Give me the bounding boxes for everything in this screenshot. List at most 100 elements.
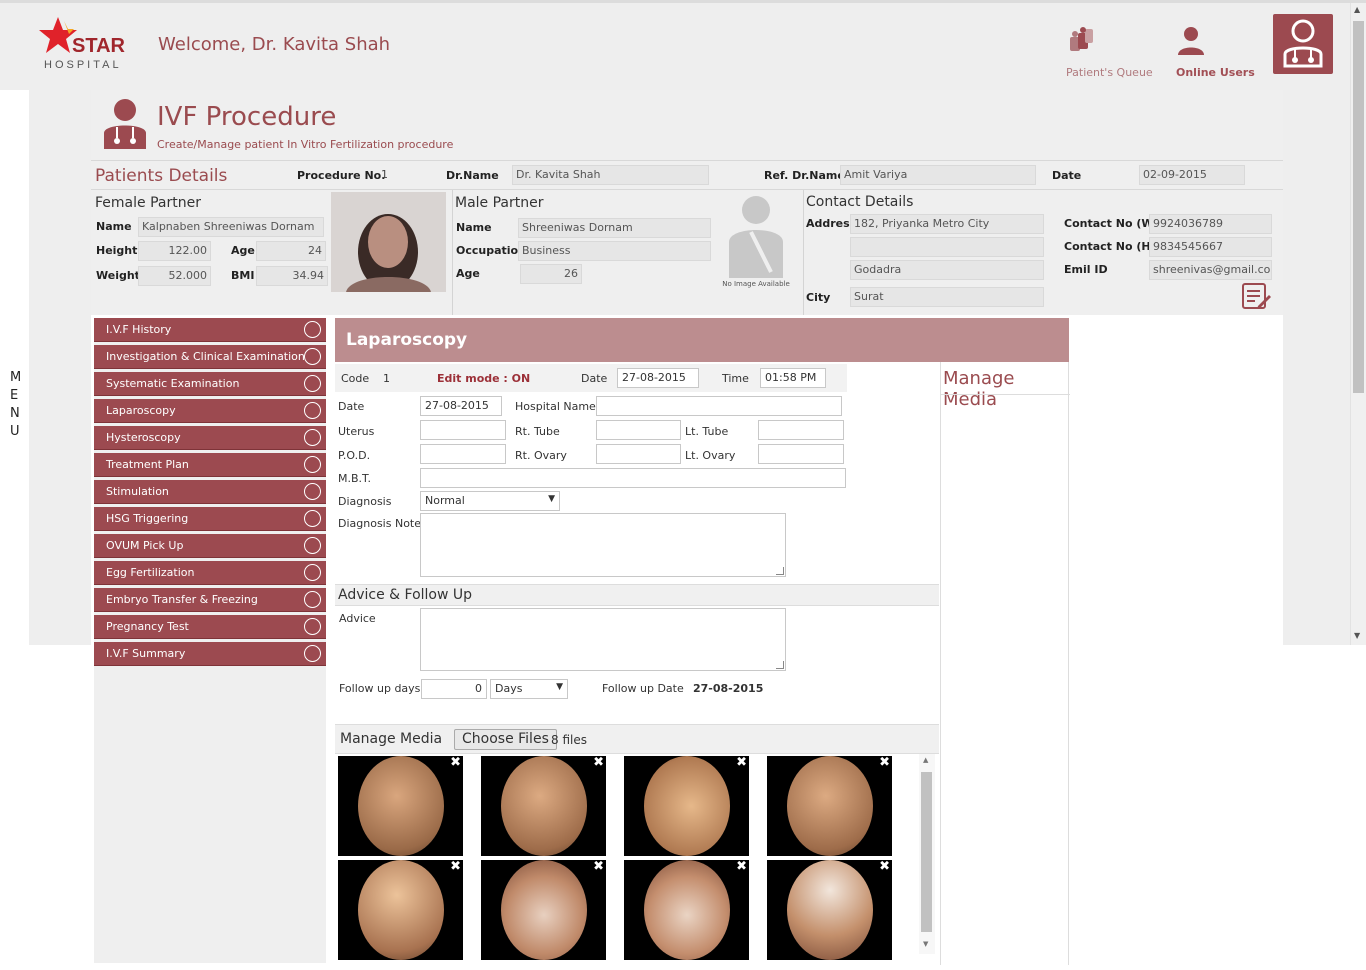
divider bbox=[452, 190, 453, 315]
sidebar-item-systematic-examination[interactable]: Systematic Examination bbox=[94, 372, 326, 396]
hospital-name-label: Hospital Name bbox=[515, 400, 596, 413]
weight-label: Weight bbox=[96, 269, 140, 282]
mbt-label: M.B.T. bbox=[338, 472, 371, 485]
sidebar-item-label: Laparoscopy bbox=[106, 404, 176, 417]
dr-name-label: Dr.Name bbox=[446, 169, 499, 182]
rt-tube-label: Rt. Tube bbox=[515, 425, 560, 438]
scroll-up-icon[interactable]: ▲ bbox=[1354, 5, 1360, 14]
uterus-label: Uterus bbox=[338, 425, 375, 438]
remove-icon[interactable]: ✖ bbox=[450, 860, 461, 874]
media-thumbnail[interactable]: ✖ bbox=[338, 756, 463, 856]
media-thumbnail[interactable]: ✖ bbox=[481, 756, 606, 856]
resize-grip-icon[interactable] bbox=[776, 661, 784, 669]
time-input[interactable]: 01:58 PM bbox=[760, 368, 826, 388]
laparoscopy-form: Laparoscopy Code 1 Edit mode : ON Date 2… bbox=[335, 318, 1069, 963]
followup-days-input[interactable]: 0 bbox=[421, 679, 487, 699]
manage-media-bar: Manage Media Choose Files 8 files bbox=[335, 724, 939, 754]
time-label: Time bbox=[722, 372, 749, 385]
occupation-field: Business bbox=[518, 241, 711, 261]
female-name-label: Name bbox=[96, 220, 132, 233]
menu-toggle[interactable]: M E N U bbox=[0, 90, 29, 645]
procedure-date-input[interactable]: 27-08-2015 bbox=[420, 396, 502, 416]
media-thumbnail[interactable]: ✖ bbox=[767, 756, 892, 856]
entry-date-input[interactable]: 27-08-2015 bbox=[617, 368, 699, 388]
diagnosis-selected: Normal bbox=[425, 494, 465, 507]
media-thumbnail[interactable]: ✖ bbox=[624, 860, 749, 960]
media-thumbnail[interactable]: ✖ bbox=[624, 756, 749, 856]
lt-tube-input[interactable] bbox=[758, 420, 844, 440]
menu-letter: U bbox=[10, 424, 20, 439]
arrow-right-icon bbox=[304, 456, 321, 473]
followup-unit-select[interactable]: Days ▼ bbox=[490, 679, 568, 699]
patient-details-bar: Patients Details Procedure No. 1 Dr.Name… bbox=[91, 160, 1283, 190]
patients-queue-button[interactable]: Patient's Queue bbox=[1066, 25, 1153, 79]
sidebar-item-ovum-pick-up[interactable]: OVUM Pick Up bbox=[94, 534, 326, 558]
dropdown-arrow-icon: ▼ bbox=[548, 494, 555, 504]
lt-ovary-input[interactable] bbox=[758, 444, 844, 464]
advice-label: Advice bbox=[339, 612, 376, 625]
diagnosis-note-textarea[interactable] bbox=[420, 513, 786, 577]
sidebar-item-stimulation[interactable]: Stimulation bbox=[94, 480, 326, 504]
uterus-input[interactable] bbox=[420, 420, 506, 440]
resize-grip-icon[interactable] bbox=[776, 567, 784, 575]
mbt-input[interactable] bbox=[420, 468, 846, 488]
arrow-right-icon bbox=[304, 510, 321, 527]
sidebar-item-label: I.V.F History bbox=[106, 323, 172, 336]
remove-icon[interactable]: ✖ bbox=[879, 860, 890, 874]
hospital-logo[interactable]: STAR HOSPITAL bbox=[38, 15, 138, 75]
hospital-name-input[interactable] bbox=[596, 396, 842, 416]
page-scrollbar[interactable]: ▲ ▼ bbox=[1350, 3, 1366, 645]
patients-queue-icon bbox=[1070, 27, 1093, 51]
followup-date-label: Follow up Date bbox=[602, 682, 684, 695]
no-image-icon bbox=[729, 196, 783, 278]
scroll-up-icon[interactable]: ▲ bbox=[923, 756, 928, 764]
arrow-right-icon bbox=[304, 402, 321, 419]
edit-details-icon[interactable] bbox=[1242, 282, 1272, 310]
sidebar-item-label: I.V.F Summary bbox=[106, 647, 186, 660]
remove-icon[interactable]: ✖ bbox=[736, 756, 747, 770]
media-thumbnail[interactable]: ✖ bbox=[481, 860, 606, 960]
sidebar-item-laparoscopy[interactable]: Laparoscopy bbox=[94, 399, 326, 423]
manage-media-heading: Manage Media bbox=[340, 731, 443, 747]
sidebar-item-embryo-transfer[interactable]: Embryo Transfer & Freezing bbox=[94, 588, 326, 612]
section-header-extension bbox=[940, 318, 1069, 362]
media-thumbnail[interactable]: ✖ bbox=[338, 860, 463, 960]
scrollbar-thumb[interactable] bbox=[1353, 21, 1364, 393]
diagnosis-select[interactable]: Normal ▼ bbox=[420, 491, 560, 511]
remove-icon[interactable]: ✖ bbox=[593, 756, 604, 770]
remove-icon[interactable]: ✖ bbox=[593, 860, 604, 874]
sidebar-item-pregnancy-test[interactable]: Pregnancy Test bbox=[94, 615, 326, 639]
address-line1-field: 182, Priyanka Metro City bbox=[850, 214, 1044, 234]
sidebar-item-investigation[interactable]: Investigation & Clinical Examination bbox=[94, 345, 326, 369]
sidebar-item-label: Embryo Transfer & Freezing bbox=[106, 593, 258, 606]
sidebar-item-ivf-summary[interactable]: I.V.F Summary bbox=[94, 642, 326, 666]
sidebar-item-ivf-history[interactable]: I.V.F History bbox=[94, 318, 326, 342]
remove-icon[interactable]: ✖ bbox=[736, 860, 747, 874]
choose-files-button[interactable]: Choose Files bbox=[454, 729, 557, 750]
code-value: 1 bbox=[383, 372, 390, 385]
sidebar-item-hysteroscopy[interactable]: Hysteroscopy bbox=[94, 426, 326, 450]
page-title: IVF Procedure bbox=[157, 102, 337, 132]
female-photo[interactable] bbox=[331, 192, 446, 292]
scroll-down-icon[interactable]: ▼ bbox=[923, 940, 928, 948]
sidebar-item-egg-fertilization[interactable]: Egg Fertilization bbox=[94, 561, 326, 585]
remove-icon[interactable]: ✖ bbox=[450, 756, 461, 770]
remove-icon[interactable]: ✖ bbox=[879, 756, 890, 770]
media-scrollbar[interactable]: ▲ ▼ bbox=[919, 754, 935, 954]
rt-tube-input[interactable] bbox=[596, 420, 681, 440]
code-bar: Code 1 Edit mode : ON Date 27-08-2015 Ti… bbox=[335, 364, 847, 392]
media-scrollbar-thumb[interactable] bbox=[921, 772, 932, 932]
address-line2-field bbox=[850, 237, 1044, 257]
arrow-right-icon bbox=[304, 348, 321, 365]
procedure-no-value: 1 bbox=[381, 168, 388, 181]
male-photo[interactable]: No Image Available bbox=[711, 192, 801, 292]
pod-input[interactable] bbox=[420, 444, 506, 464]
rt-ovary-input[interactable] bbox=[596, 444, 681, 464]
advice-textarea[interactable] bbox=[420, 608, 786, 671]
scroll-down-icon[interactable]: ▼ bbox=[1354, 631, 1360, 640]
user-profile-button[interactable] bbox=[1273, 14, 1333, 74]
online-users-button[interactable]: Online Users bbox=[1176, 25, 1255, 79]
media-thumbnail[interactable]: ✖ bbox=[767, 860, 892, 960]
sidebar-item-treatment-plan[interactable]: Treatment Plan bbox=[94, 453, 326, 477]
sidebar-item-hsg-triggering[interactable]: HSG Triggering bbox=[94, 507, 326, 531]
